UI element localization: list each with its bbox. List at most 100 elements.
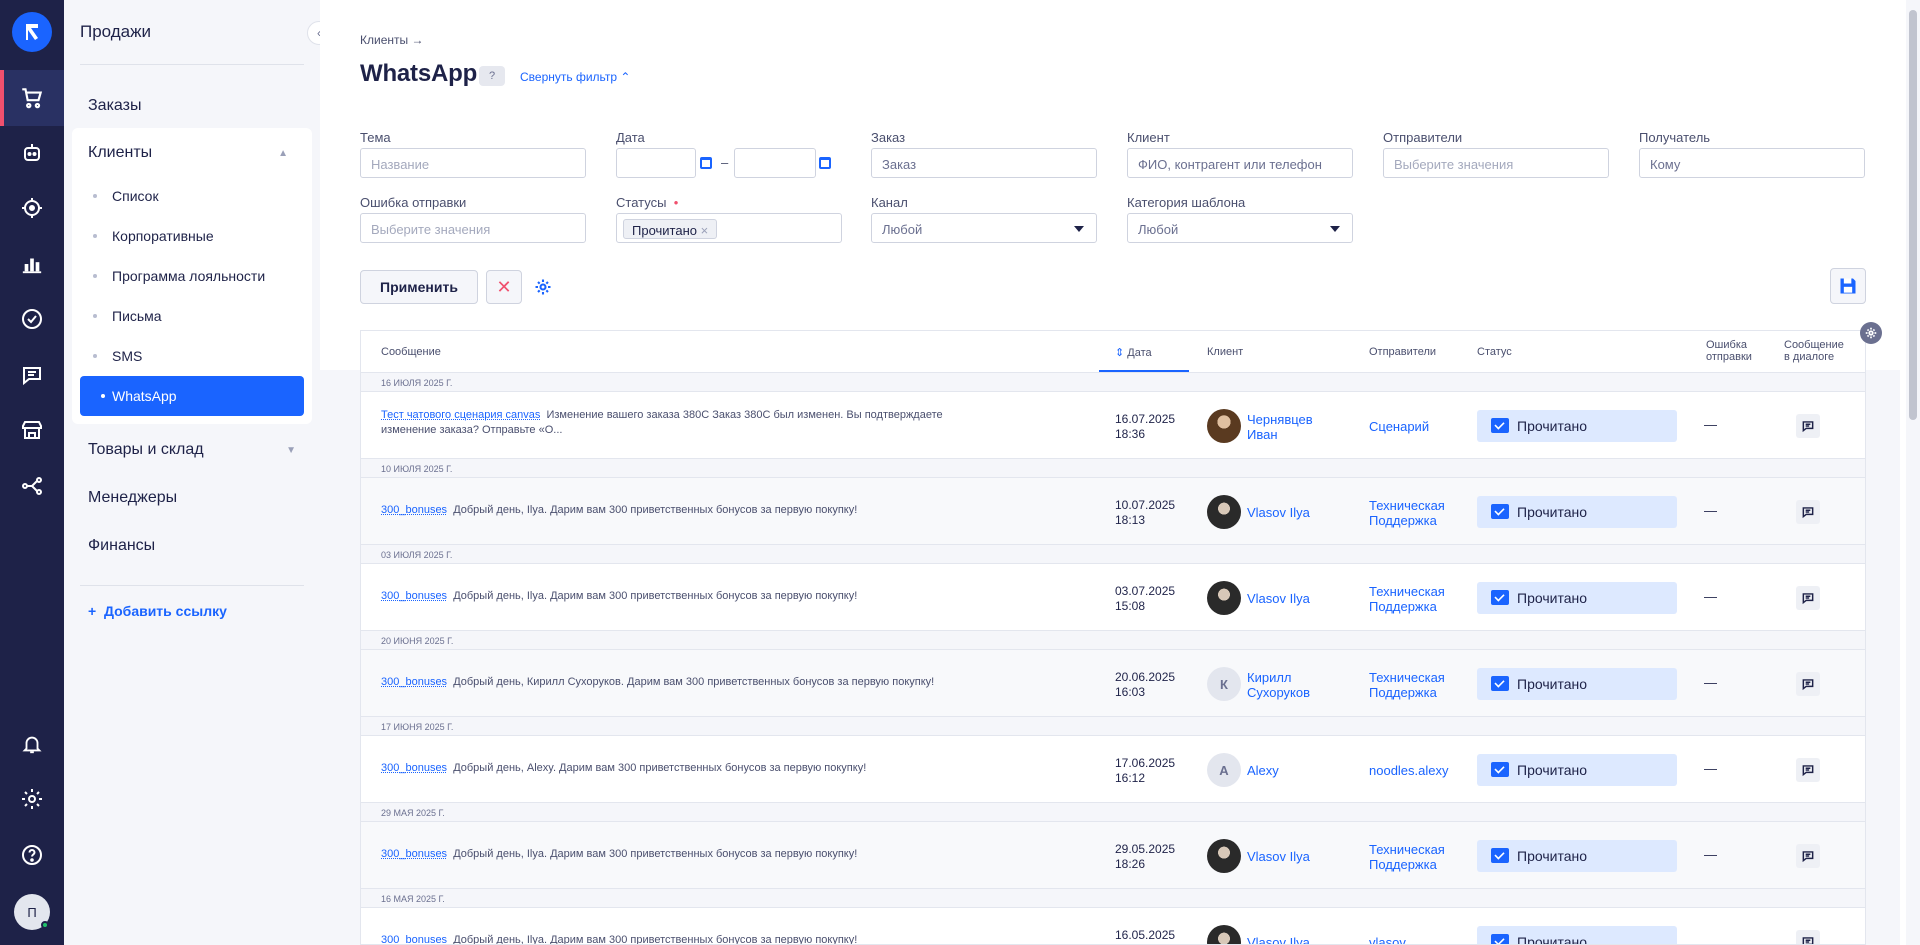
remove-tag-icon[interactable]: ×	[701, 223, 709, 238]
sidebar-sub-list[interactable]: Список	[93, 188, 159, 204]
sidebar-item-managers[interactable]: Менеджеры	[88, 489, 177, 507]
sender-link[interactable]: Сценарий	[1369, 419, 1479, 434]
client-avatar[interactable]	[1207, 495, 1241, 529]
chevron-down-icon[interactable]: ▼	[286, 445, 296, 456]
page-scrollbar[interactable]	[1906, 0, 1920, 945]
sender-link[interactable]: vlasov	[1369, 935, 1479, 944]
filter-theme-input[interactable]: Название	[360, 148, 586, 178]
table-row[interactable]: 300_bonuses Добрый день, Ilya. Дарим вам…	[361, 478, 1865, 545]
filter-senders-input[interactable]: Выберите значения	[1383, 148, 1609, 178]
filter-category-select[interactable]: Любой	[1127, 213, 1353, 243]
client-link[interactable]: Чернявцев Иван	[1247, 412, 1327, 442]
bot-icon[interactable]	[0, 125, 64, 181]
sender-link[interactable]: Техническая Поддержка	[1369, 670, 1453, 700]
calendar-icon[interactable]	[700, 157, 712, 169]
open-dialog-icon[interactable]	[1796, 758, 1820, 782]
col-client[interactable]: Клиент	[1207, 346, 1243, 358]
col-message[interactable]: Сообщение	[381, 346, 441, 358]
client-link[interactable]: Кирилл Сухоруков	[1247, 670, 1327, 700]
sender-link[interactable]: Техническая Поддержка	[1369, 584, 1453, 614]
col-error[interactable]: Ошибка отправки	[1706, 339, 1762, 363]
sender-link[interactable]: Техническая Поддержка	[1369, 842, 1453, 872]
sidebar-sub-sms[interactable]: SMS	[92, 348, 142, 364]
sidebar-item-clients[interactable]: Клиенты	[88, 144, 152, 162]
template-link[interactable]: 300_bonuses	[381, 762, 447, 774]
client-avatar[interactable]: К	[1207, 667, 1241, 701]
col-status[interactable]: Статус	[1477, 346, 1512, 358]
apply-button[interactable]: Применить	[360, 270, 478, 304]
sender-link[interactable]: Техническая Поддержка	[1369, 498, 1453, 528]
col-date-sorted[interactable]: ⇕ Дата	[1099, 331, 1189, 372]
sidebar-sub-loyalty[interactable]: Программа лояльности	[92, 268, 265, 284]
filter-order-input[interactable]: Заказ	[871, 148, 1097, 178]
collapse-filter-link[interactable]: Свернуть фильтр ⌃	[520, 70, 630, 84]
sender-link[interactable]: noodles.alexy	[1369, 763, 1479, 778]
col-senders[interactable]: Отправители	[1369, 346, 1436, 358]
client-avatar[interactable]	[1207, 581, 1241, 615]
open-dialog-icon[interactable]	[1796, 672, 1820, 696]
user-avatar[interactable]: П	[14, 894, 50, 930]
client-link[interactable]: Vlasov Ilya	[1247, 935, 1367, 944]
filter-channel-select[interactable]: Любой	[871, 213, 1097, 243]
client-avatar[interactable]	[1207, 839, 1241, 873]
reset-filter-button[interactable]: ✕	[486, 270, 522, 304]
table-row[interactable]: Тест чатового сценария canvas Изменение …	[361, 392, 1865, 459]
sidebar-item-finance[interactable]: Финансы	[88, 537, 155, 555]
integrations-icon[interactable]	[0, 458, 64, 514]
open-dialog-icon[interactable]	[1796, 844, 1820, 868]
template-link[interactable]: Тест чатового сценария canvas	[381, 409, 540, 421]
template-link[interactable]: 300_bonuses	[381, 590, 447, 602]
template-link[interactable]: 300_bonuses	[381, 504, 447, 516]
client-link[interactable]: Vlasov Ilya	[1247, 505, 1367, 520]
open-dialog-icon[interactable]	[1796, 414, 1820, 438]
client-avatar[interactable]: A	[1207, 753, 1241, 787]
save-filter-button[interactable]	[1830, 268, 1866, 304]
settings-gear-icon[interactable]	[0, 771, 64, 827]
col-in-dialog[interactable]: Сообщение в диалоге	[1784, 339, 1848, 363]
sidebar-sub-letters[interactable]: Письма	[93, 308, 162, 324]
analytics-icon[interactable]	[0, 236, 64, 292]
bell-icon[interactable]	[0, 716, 64, 772]
tasks-icon[interactable]	[0, 291, 64, 347]
client-link[interactable]: Alexy	[1247, 763, 1367, 778]
filter-recipient-input[interactable]: Кому	[1639, 148, 1865, 178]
calendar-icon[interactable]	[819, 157, 831, 169]
sidebar-sub-whatsapp[interactable]: WhatsApp	[80, 376, 304, 416]
client-link[interactable]: Vlasov Ilya	[1247, 849, 1367, 864]
client-avatar[interactable]	[1207, 925, 1241, 944]
open-dialog-icon[interactable]	[1796, 586, 1820, 610]
help-icon[interactable]	[0, 827, 64, 883]
help-badge[interactable]: ?	[479, 66, 505, 86]
template-link[interactable]: 300_bonuses	[381, 934, 447, 944]
table-row[interactable]: 300_bonuses Добрый день, Кирилл Сухоруко…	[361, 650, 1865, 717]
filter-status-input[interactable]: Прочитано ×	[616, 213, 842, 243]
sidebar-item-orders[interactable]: Заказы	[88, 97, 141, 115]
client-link[interactable]: Vlasov Ilya	[1247, 591, 1367, 606]
open-dialog-icon[interactable]	[1796, 500, 1820, 524]
client-avatar[interactable]	[1207, 409, 1241, 443]
store-icon[interactable]	[0, 402, 64, 458]
table-settings-gear-icon[interactable]	[1860, 322, 1882, 344]
table-row[interactable]: 300_bonuses Добрый день, Ilya. Дарим вам…	[361, 908, 1865, 944]
cart-icon[interactable]	[0, 70, 64, 126]
filter-error-input[interactable]: Выберите значения	[360, 213, 586, 243]
target-icon[interactable]	[0, 180, 64, 236]
date-from-input[interactable]	[616, 148, 696, 178]
chevron-up-icon[interactable]: ▲	[278, 148, 288, 159]
date-to-input[interactable]	[734, 148, 816, 178]
template-link[interactable]: 300_bonuses	[381, 848, 447, 860]
table-row[interactable]: 300_bonuses Добрый день, Alexy. Дарим ва…	[361, 736, 1865, 803]
filter-settings-gear-icon[interactable]	[533, 277, 553, 297]
filter-client-input[interactable]: ФИО, контрагент или телефон	[1127, 148, 1353, 178]
sidebar-sub-corporate[interactable]: Корпоративные	[93, 228, 214, 244]
scrollbar-thumb[interactable]	[1909, 10, 1917, 420]
app-logo[interactable]	[12, 12, 52, 52]
chat-icon[interactable]	[0, 347, 64, 403]
add-link-button[interactable]: + Добавить ссылку	[88, 603, 227, 619]
breadcrumb[interactable]: Клиенты →	[360, 33, 423, 47]
table-row[interactable]: 300_bonuses Добрый день, Ilya. Дарим вам…	[361, 564, 1865, 631]
table-row[interactable]: 300_bonuses Добрый день, Ilya. Дарим вам…	[361, 822, 1865, 889]
sidebar-item-goods[interactable]: Товары и склад	[88, 441, 204, 459]
open-dialog-icon[interactable]	[1796, 930, 1820, 944]
template-link[interactable]: 300_bonuses	[381, 676, 447, 688]
